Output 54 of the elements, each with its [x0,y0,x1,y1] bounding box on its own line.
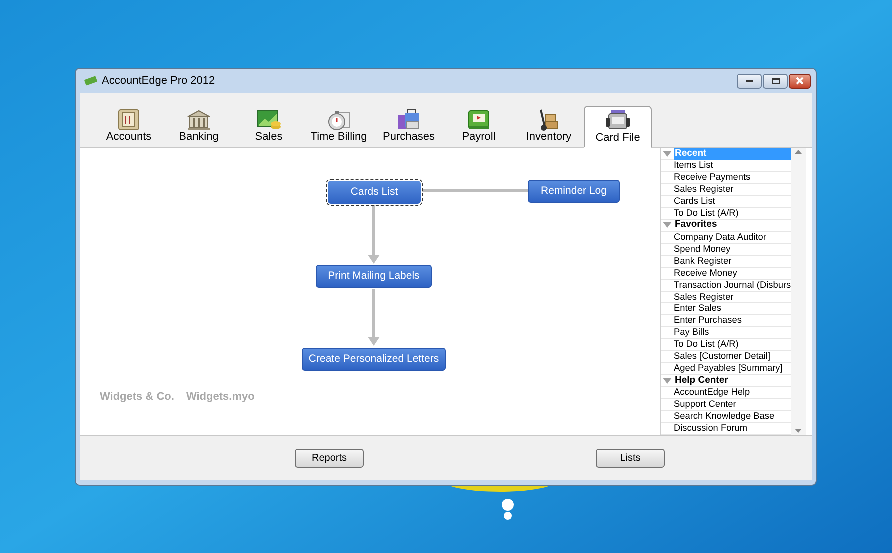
sidebar-item[interactable]: Pay Bills [661,327,791,338]
footer-button[interactable]: Lists [596,448,665,468]
scroll-down-arrow-icon[interactable] [795,429,802,433]
connector-arrow [368,205,380,264]
sidebar-item[interactable]: Enter Purchases [661,315,791,326]
maximize-button[interactable] [763,74,788,88]
window-title: AccountEdge Pro 2012 [102,74,216,89]
app-logo-icon [84,75,98,87]
sidebar-item[interactable]: Sales Register [661,184,791,195]
sidebar-item[interactable]: To Do List (A/R) [661,208,791,219]
sidebar-item[interactable]: Bank Register [661,256,791,267]
flowchart-button[interactable]: Cards List [328,181,421,204]
toolbar-tab[interactable]: Banking [164,105,234,147]
toolbar-tab[interactable]: Inventory [514,105,584,147]
collapse-triangle-icon[interactable] [663,222,672,228]
sidebar-item[interactable]: Receive Payments [661,172,791,183]
collapse-triangle-icon[interactable] [663,150,672,156]
toolbar-tab[interactable]: Payroll [444,105,514,147]
sidebar-item[interactable]: AccountEdge Help [661,387,791,398]
flowchart-button[interactable]: Create Personalized Letters [302,348,446,371]
close-button[interactable] [789,74,811,88]
sidebar-item[interactable]: Transaction Journal (Disburs [661,280,791,291]
toolbar-tab[interactable]: Sales [234,105,304,147]
sidebar-item[interactable]: Support Center [661,399,791,410]
flowchart-button[interactable]: Reminder Log [528,180,620,203]
company-file-label: Widgets.myo [186,390,255,405]
collapse-triangle-icon[interactable] [663,378,672,384]
sidebar-item[interactable]: Search Knowledge Base [661,411,791,422]
sidebar-item[interactable]: Aged Payables [Summary] [661,363,791,374]
flowchart-button[interactable]: Print Mailing Labels [316,265,432,288]
toolbar-tab[interactable]: Purchases [374,105,444,147]
sidebar-item[interactable]: Discussion Forum [661,423,791,434]
toolbar-tab[interactable]: Accounts [94,105,164,147]
company-file-label: Widgets & Co. [100,390,174,405]
scrollbar[interactable] [791,148,806,435]
toolbar-tab[interactable]: Time Billing [304,105,374,147]
card-file-icon [604,108,632,132]
toolbar-tab[interactable]: Card File [584,106,652,148]
sidebar-item[interactable]: Sales [Customer Detail] [661,351,791,362]
sidebar-item[interactable]: Sales Register [661,292,791,302]
sidebar-item[interactable]: Cards List [661,196,791,207]
sidebar-section-header[interactable]: Favorites [674,219,791,232]
sidebar-item[interactable]: Enter Sales [661,303,791,314]
scroll-up-arrow-icon[interactable] [795,150,802,154]
sidebar-item[interactable]: To Do List (A/R) [661,339,791,350]
sidebar-item[interactable]: Spend Money [661,244,791,255]
sidebar-item[interactable]: Items List [661,160,791,171]
sidebar-item[interactable]: Receive Money [661,268,791,279]
sidebar-item[interactable]: Company Data Auditor [661,232,791,243]
close-icon [796,77,804,85]
connector-arrow [368,289,380,346]
footer-button[interactable]: Reports [295,448,364,468]
sidebar-section-header[interactable]: Help Center [674,374,791,387]
minimize-button[interactable] [737,74,762,88]
